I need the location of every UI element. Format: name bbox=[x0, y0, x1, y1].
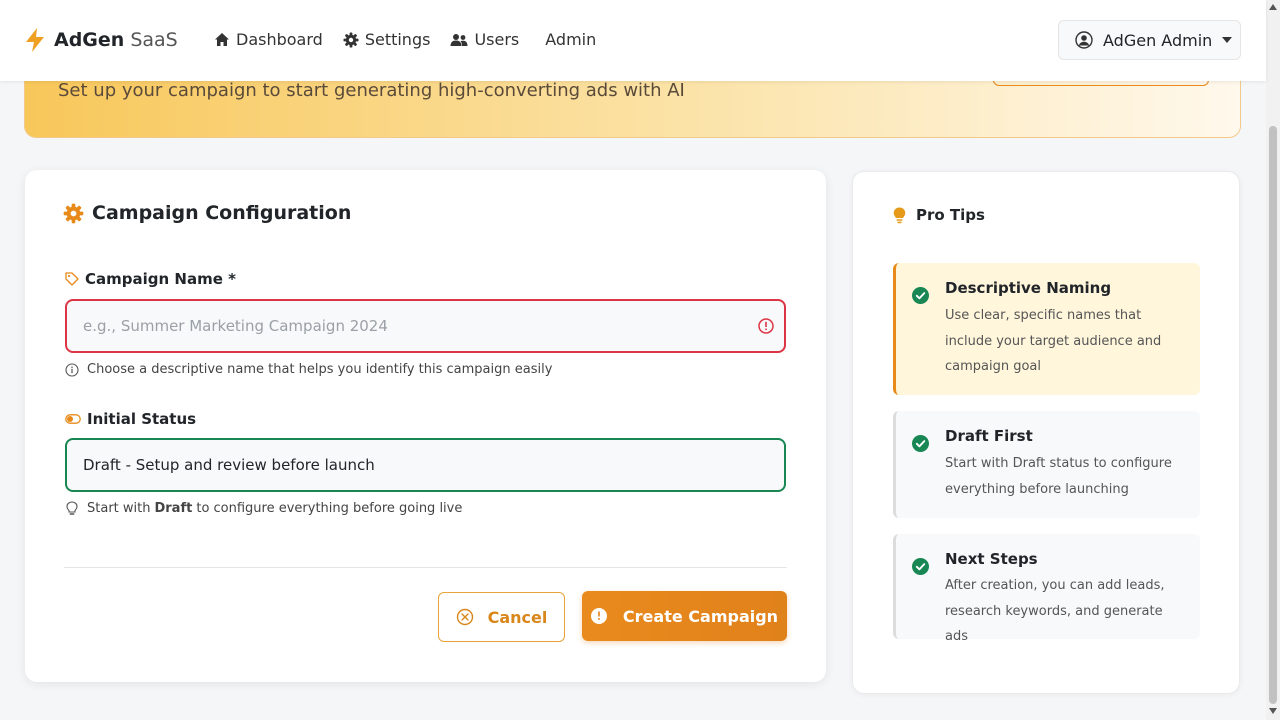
initial-status-help: Start with Draft to configure everything… bbox=[65, 501, 462, 516]
lightbulb-icon bbox=[893, 207, 906, 223]
nav-settings[interactable]: Settings bbox=[343, 30, 431, 49]
close-circle-icon bbox=[456, 608, 473, 626]
nav-admin-label: Admin bbox=[545, 30, 597, 49]
create-campaign-button[interactable]: Create Campaign bbox=[582, 591, 787, 641]
initial-status-select[interactable]: Draft - Setup and review before launch bbox=[65, 438, 786, 492]
tip-next-steps: Next Steps After creation, you can add l… bbox=[893, 534, 1200, 644]
cancel-button-label: Cancel bbox=[487, 607, 548, 627]
card-title-text: Campaign Configuration bbox=[92, 202, 352, 224]
pro-tips-title-text: Pro Tips bbox=[916, 206, 985, 224]
user-menu-button[interactable]: AdGen Admin bbox=[1058, 20, 1241, 60]
pro-tips-title: Pro Tips bbox=[893, 206, 985, 224]
user-name: AdGen Admin bbox=[1103, 30, 1213, 50]
toggle-icon bbox=[65, 414, 81, 424]
user-circle-icon bbox=[1075, 31, 1093, 49]
tip-draft-first: Draft First Start with Draft status to c… bbox=[893, 411, 1200, 518]
initial-status-value: Draft - Setup and review before launch bbox=[83, 456, 375, 474]
check-circle-icon bbox=[912, 287, 929, 304]
nav-settings-label: Settings bbox=[364, 30, 431, 49]
cancel-button[interactable]: Cancel bbox=[438, 592, 565, 642]
status-help-pre: Start with bbox=[87, 501, 151, 516]
tip-title: Next Steps bbox=[945, 550, 1038, 568]
pro-tips-card: Pro Tips Descriptive Naming Use clear, s… bbox=[852, 171, 1240, 694]
info-icon bbox=[65, 362, 79, 377]
home-icon bbox=[215, 33, 229, 46]
tip-text: Use clear, specific names that include y… bbox=[945, 308, 1162, 374]
tip-text: After creation, you can add leads, resea… bbox=[945, 578, 1165, 644]
nav-admin[interactable]: Admin bbox=[545, 30, 596, 49]
campaign-name-help: Choose a descriptive name that helps you… bbox=[65, 362, 552, 377]
create-campaign-label: Create Campaign bbox=[622, 606, 779, 626]
initial-status-label: Initial Status bbox=[65, 410, 196, 428]
tip-descriptive-naming: Descriptive Naming Use clear, specific n… bbox=[893, 263, 1200, 395]
hero-subtitle: Set up your campaign to start generating… bbox=[58, 80, 685, 101]
info-circle-icon bbox=[590, 608, 607, 624]
nav-users-label: Users bbox=[474, 30, 520, 49]
scroll-down-arrow-icon[interactable] bbox=[1269, 708, 1277, 714]
nav-users[interactable]: Users bbox=[450, 30, 519, 49]
tip-text: Start with Draft status to configure eve… bbox=[945, 456, 1172, 497]
card-title: Campaign Configuration bbox=[63, 202, 351, 224]
campaign-name-help-text: Choose a descriptive name that helps you… bbox=[87, 362, 553, 377]
bolt-icon bbox=[26, 28, 44, 52]
campaign-name-label-text: Campaign Name * bbox=[85, 270, 236, 288]
gear-icon bbox=[63, 203, 84, 223]
tip-title: Draft First bbox=[945, 427, 1033, 445]
status-help-post: to configure everything before going liv… bbox=[196, 501, 463, 516]
check-circle-icon bbox=[912, 558, 929, 575]
check-circle-icon bbox=[912, 435, 929, 452]
brand-logo[interactable]: AdGen SaaS bbox=[24, 27, 178, 53]
form-divider bbox=[64, 567, 787, 568]
users-icon bbox=[450, 33, 468, 46]
main-nav: Dashboard Settings Users Admin bbox=[214, 30, 616, 49]
error-icon bbox=[758, 318, 774, 334]
tag-icon bbox=[65, 272, 79, 286]
scrollbar-thumb[interactable] bbox=[1269, 126, 1277, 704]
brand-suffix: SaaS bbox=[130, 29, 178, 51]
campaign-name-input[interactable] bbox=[65, 299, 786, 353]
nav-dashboard-label: Dashboard bbox=[236, 30, 323, 49]
page-scrollbar[interactable] bbox=[1266, 0, 1280, 720]
gear-icon bbox=[343, 32, 359, 47]
navbar: AdGen SaaS Dashboard Settings Users Admi… bbox=[0, 0, 1266, 81]
initial-status-label-text: Initial Status bbox=[87, 410, 197, 428]
brand-name: AdGen bbox=[54, 29, 125, 51]
campaign-config-card: Campaign Configuration Campaign Name * C… bbox=[25, 170, 826, 682]
lightbulb-icon bbox=[66, 501, 78, 515]
campaign-name-label: Campaign Name * bbox=[65, 270, 236, 288]
scroll-up-arrow-icon[interactable] bbox=[1269, 4, 1277, 10]
tip-title: Descriptive Naming bbox=[945, 279, 1112, 297]
status-help-bold: Draft bbox=[154, 501, 193, 516]
nav-dashboard[interactable]: Dashboard bbox=[214, 30, 323, 49]
chevron-down-icon bbox=[1222, 37, 1233, 43]
